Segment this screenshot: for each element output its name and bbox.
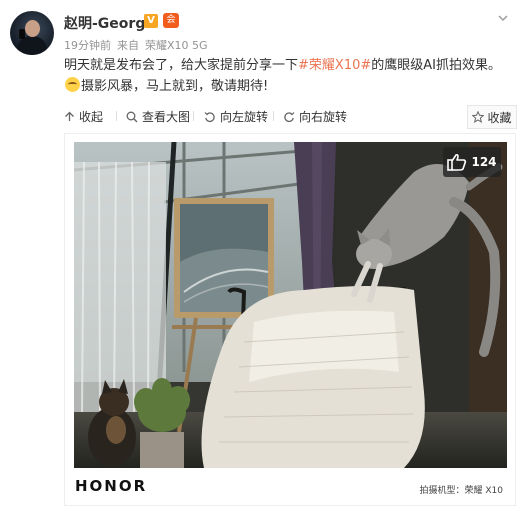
- hashtag-link[interactable]: #荣耀X10#: [298, 58, 371, 73]
- chevron-down-icon[interactable]: [498, 13, 508, 23]
- brand-logo: HONOR: [75, 477, 148, 495]
- favorite-label: 收藏: [487, 110, 512, 125]
- image-toolbar: 收起 查看大图 向左旋转 向右旋转: [64, 103, 516, 129]
- post-photo[interactable]: 124: [74, 142, 507, 468]
- arrow-up-icon: [65, 111, 74, 121]
- collapse-button[interactable]: 收起: [64, 108, 103, 125]
- divider: [193, 111, 194, 121]
- rotate-right-icon: [284, 111, 295, 122]
- source-device[interactable]: 荣耀X10 5G: [145, 39, 208, 52]
- thumbs-up-icon: [447, 153, 467, 171]
- collapse-label: 收起: [79, 110, 104, 124]
- rotate-right-label: 向右旋转: [299, 110, 348, 124]
- verified-badge-icon[interactable]: V: [144, 14, 158, 28]
- grin-emoji-icon: [65, 77, 80, 92]
- rotate-right-button[interactable]: 向右旋转: [283, 108, 347, 125]
- post-text-before: 明天就是发布会了，给大家提前分享一下: [64, 58, 299, 73]
- rotate-left-button[interactable]: 向左旋转: [204, 108, 268, 125]
- rotate-left-label: 向左旋转: [220, 110, 269, 124]
- post-image-card: 124 HONOR 拍摄机型：荣耀 X10: [64, 133, 516, 506]
- username[interactable]: 赵明-George: [64, 13, 155, 33]
- divider: [116, 111, 117, 121]
- view-large-button[interactable]: 查看大图: [126, 108, 190, 125]
- view-large-label: 查看大图: [142, 110, 191, 124]
- cat-room-photo: [74, 142, 507, 468]
- favorite-button[interactable]: 收藏: [467, 105, 517, 129]
- like-count: 124: [471, 155, 497, 169]
- magnifier-icon: [126, 111, 138, 122]
- post-text-after: 的鹰眼级AI抓拍效果。: [371, 58, 501, 73]
- star-icon: [472, 111, 485, 123]
- shot-by-caption: 拍摄机型：荣耀 X10: [419, 486, 503, 496]
- avatar-head: [25, 20, 40, 37]
- microphone-icon: [19, 29, 25, 39]
- post-text-end: 摄影风暴，马上就到，敬请期待!: [81, 79, 269, 94]
- rotate-left-icon: [204, 111, 215, 122]
- member-badge-icon[interactable]: 会: [163, 13, 179, 28]
- avatar[interactable]: [10, 11, 54, 55]
- post-meta: 19分钟前 来自 荣耀X10 5G: [64, 37, 214, 53]
- post-time[interactable]: 19分钟前: [64, 39, 111, 52]
- source-prefix: 来自: [117, 39, 139, 52]
- like-badge[interactable]: 124: [443, 147, 501, 177]
- post-text: 明天就是发布会了，给大家提前分享一下#荣耀X10#的鹰眼级AI抓拍效果。摄影风暴…: [64, 55, 516, 97]
- divider: [273, 111, 274, 121]
